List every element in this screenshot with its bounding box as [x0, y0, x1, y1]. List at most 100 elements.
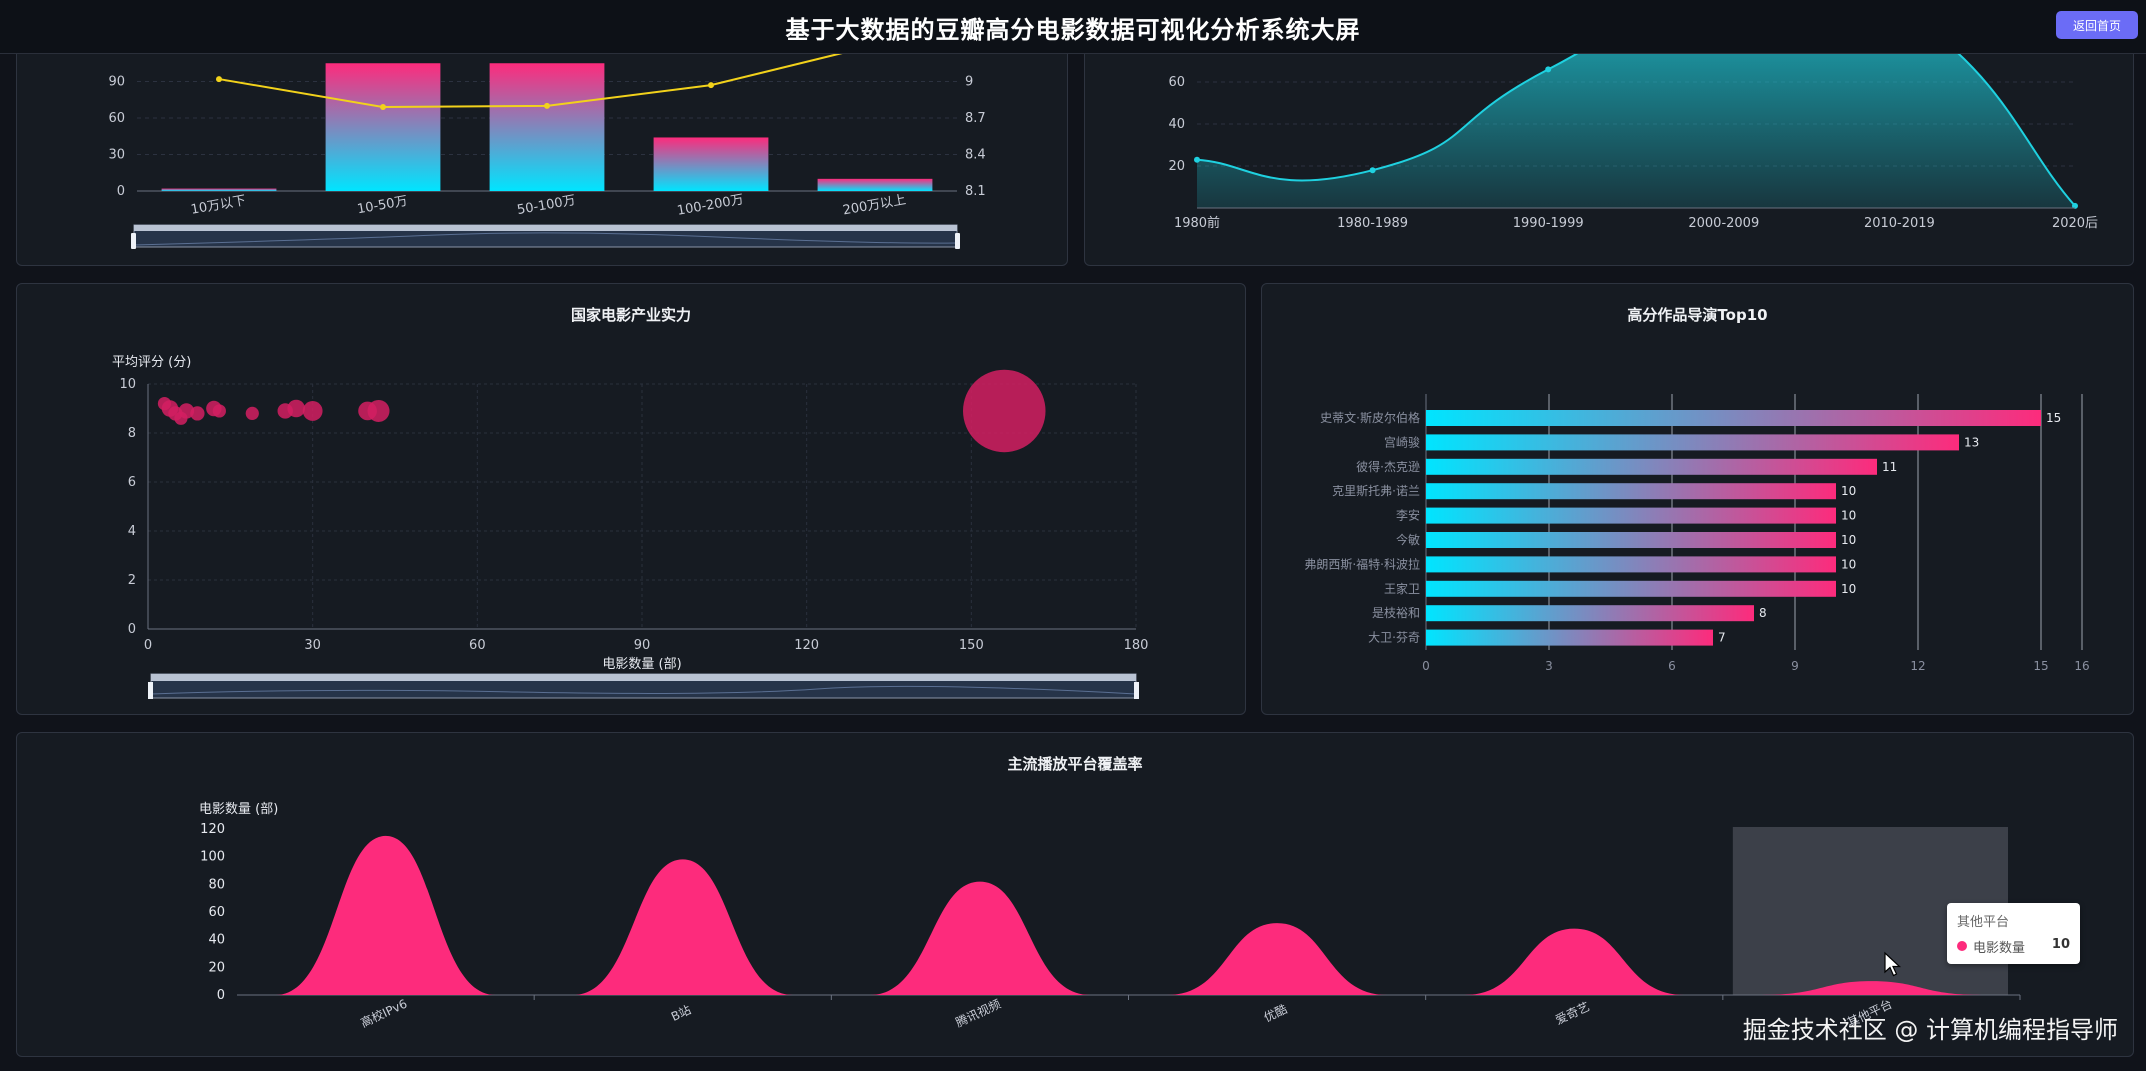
top-bar: 基于大数据的豆瓣高分电影数据可视化分析系统大屏 返回首页 — [0, 0, 2146, 54]
bar — [1426, 556, 1836, 573]
data-label: 13 — [1964, 435, 1979, 449]
y-tick-label: 60 — [1168, 75, 1185, 90]
y-tick-label: 宫崎骏 — [1384, 434, 1420, 449]
y-tick-label: 0 — [217, 988, 225, 1003]
x-tick-label: 9 — [1791, 659, 1799, 673]
tooltip-title: 其他平台 — [1957, 915, 2010, 930]
decade-point — [1545, 66, 1552, 73]
y-tick-label: 10 — [119, 377, 136, 392]
x-tick-label: 16 — [2074, 659, 2089, 673]
directors-chart: 0 3 6 9 12 15 16 史蒂文·斯皮尔伯格 15 宫崎骏 13 彼得·杰克逊 11 克里斯托弗·… — [1304, 394, 2090, 673]
bar — [1426, 629, 1713, 646]
scatter-point — [367, 399, 390, 422]
tooltip-value: 10 — [2051, 937, 2070, 952]
x-axis-label: 电影数量 (部) — [602, 657, 681, 672]
x-tick-label: 180 — [1124, 638, 1149, 653]
y-axis-label: 平均评分 (分) — [112, 355, 191, 370]
x-tick-label: 2020后 — [2052, 216, 2098, 231]
y-tick-label: 4 — [128, 524, 136, 539]
x-tick-label: 12 — [1910, 659, 1925, 673]
rating-point — [380, 104, 386, 111]
rating-point — [544, 102, 550, 109]
x-tick-label: 3 — [1545, 659, 1553, 673]
bar — [653, 137, 769, 191]
x-tick-label: 高校IPv6 — [358, 996, 409, 1031]
x-tick-label: 10万以下 — [190, 193, 247, 217]
directors-panel: 高分作品导演Top10 0 3 6 9 12 15 16 史蒂文·斯皮尔伯格 15 宫崎骏 13 彼得… — [1261, 283, 2134, 715]
y-tick-label: 40 — [208, 933, 225, 948]
bar — [869, 881, 1090, 995]
bar — [572, 859, 793, 995]
x-tick-label: 1980-1989 — [1337, 216, 1408, 231]
bar — [1426, 434, 1959, 451]
x-tick-label: 2010-2019 — [1864, 216, 1935, 231]
data-label: 7 — [1718, 631, 1726, 645]
mouse-cursor-icon — [1884, 951, 1902, 977]
decade-point — [1369, 167, 1376, 174]
scatter-point — [302, 401, 323, 421]
x-tick-label: 30 — [304, 638, 321, 653]
data-label: 10 — [1841, 557, 1856, 571]
x-tick-label: 0 — [144, 638, 152, 653]
data-label: 10 — [1841, 582, 1856, 596]
bar — [1426, 507, 1836, 524]
y-tick-label: 20 — [208, 960, 225, 975]
y-axis-label: 电影数量 (部) — [199, 802, 278, 817]
bar — [1426, 580, 1836, 597]
platform-panel: 主流播放平台覆盖率 0 20 40 60 80 100 120 电影数量 (部) 高校IPv6 B… — [16, 732, 2134, 1057]
tooltip-series: 电影数量 — [1973, 941, 2026, 956]
y-tick-label: 0 — [128, 622, 136, 637]
x-tick-label: 6 — [1668, 659, 1676, 673]
data-label: 11 — [1882, 460, 1897, 474]
datazoom-left-handle — [148, 682, 153, 699]
y-tick-label: 彼得·杰克逊 — [1356, 459, 1420, 474]
bar — [817, 178, 933, 191]
y-tick-label: 80 — [208, 877, 225, 892]
y-tick-label: 100 — [200, 850, 225, 865]
data-label: 8 — [1759, 606, 1767, 620]
scatter-point — [190, 406, 205, 421]
y-tick-label: 20 — [1168, 159, 1185, 174]
x-tick-label: 腾讯视频 — [953, 996, 1003, 1030]
bar — [489, 63, 605, 191]
x-tick-label: 50-100万 — [516, 193, 577, 218]
y-tick-label: 史蒂文·斯皮尔伯格 — [1320, 410, 1420, 425]
y-right-tick-label: 8.4 — [965, 148, 986, 163]
data-label: 10 — [1841, 533, 1856, 547]
x-tick-label: 15 — [2033, 659, 2048, 673]
bar — [1426, 410, 2041, 426]
data-label: 15 — [2046, 411, 2061, 425]
tooltip-marker — [1957, 941, 1967, 951]
bar — [275, 835, 496, 995]
y-tick-label: 120 — [200, 822, 225, 837]
y-tick-label: 大卫·芬奇 — [1368, 631, 1420, 645]
y-tick-label: 王家卫 — [1384, 581, 1420, 596]
bar — [1426, 483, 1836, 500]
x-tick-label: 10-50万 — [356, 194, 409, 218]
datazoom-slider — [148, 673, 1139, 699]
data-label: 10 — [1841, 484, 1856, 498]
x-tick-label: 150 — [959, 638, 984, 653]
x-tick-label: 优酷 — [1262, 1002, 1290, 1025]
y-tick-label: 60 — [108, 111, 125, 126]
x-tick-label: 1990-1999 — [1513, 216, 1584, 231]
bar — [1167, 923, 1388, 995]
bar — [1426, 532, 1836, 548]
bar — [1464, 928, 1685, 995]
page-title: 基于大数据的豆瓣高分电影数据可视化分析系统大屏 — [785, 16, 1361, 44]
back-home-button[interactable]: 返回首页 — [2056, 11, 2138, 39]
x-tick-label: 60 — [469, 638, 486, 653]
y-tick-label: 今敏 — [1396, 532, 1420, 547]
y-tick-label: 克里斯托弗·诺兰 — [1332, 484, 1420, 498]
rating-point — [708, 82, 714, 89]
bar — [1426, 605, 1754, 622]
y-tick-label: 0 — [117, 184, 125, 199]
x-tick-label: 90 — [634, 638, 651, 653]
bar — [325, 63, 441, 191]
data-label: 10 — [1841, 509, 1856, 523]
scatter-point — [963, 369, 1046, 453]
datazoom-handle-bar — [151, 674, 1136, 681]
scatter-point — [245, 406, 259, 420]
y-tick-label: 40 — [1168, 117, 1185, 132]
y-right-tick-label: 8.7 — [965, 111, 986, 126]
